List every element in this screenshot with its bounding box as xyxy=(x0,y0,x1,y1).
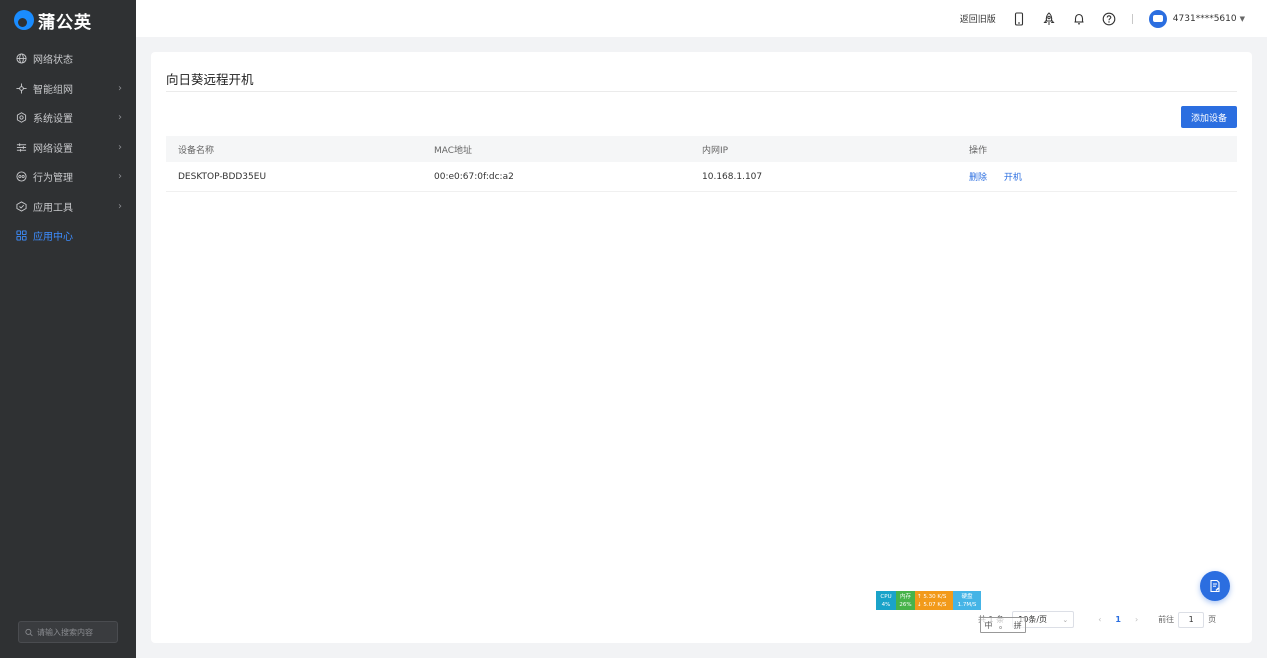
upload-value: 5.30 K/S xyxy=(923,593,947,600)
page-number-current[interactable]: 1 xyxy=(1115,615,1121,624)
back-to-old-version-link[interactable]: 返回旧版 xyxy=(960,12,996,25)
arrow-up-icon: ↑ xyxy=(917,593,922,600)
sidebar-item-behavior-management[interactable]: 行为管理 › xyxy=(0,162,136,192)
table-header: 设备名称 MAC地址 内网IP 操作 xyxy=(166,136,1237,162)
chevron-right-icon: › xyxy=(118,112,122,124)
column-header-actions: 操作 xyxy=(969,145,988,156)
main-panel: 向日葵远程开机 添加设备 设备名称 MAC地址 内网IP 操作 DESKTOP-… xyxy=(151,52,1252,643)
sidebar-item-label: 网络状态 xyxy=(33,55,73,67)
eye-icon xyxy=(16,171,27,182)
cpu-label: CPU xyxy=(880,593,892,600)
grid-icon xyxy=(16,230,27,241)
ime-pinyin[interactable]: 拼 xyxy=(1014,620,1022,631)
top-bar: 返回旧版 4731****5610 ▼ xyxy=(136,0,1267,37)
column-header-ip: 内网IP xyxy=(702,145,729,156)
bell-icon[interactable] xyxy=(1072,12,1086,26)
disk-usage: 硬盘 1.7M/S xyxy=(953,591,981,610)
sidebar-item-label: 系统设置 xyxy=(33,114,73,126)
memory-usage: 内存 26% xyxy=(896,591,915,610)
chevron-right-icon: › xyxy=(118,141,122,153)
disk-value: 1.7M/S xyxy=(957,601,977,608)
download-speed: ↓ 5.07 K/S xyxy=(917,601,946,609)
chevron-right-icon: › xyxy=(118,171,122,183)
chevron-right-icon: › xyxy=(118,200,122,212)
sidebar-nav: 网络状态 智能组网 › 系统设置 › 网络设置 › 行为管理 › 应用工具 › … xyxy=(0,44,136,251)
arrow-down-icon: ↓ xyxy=(917,601,922,608)
divider xyxy=(166,91,1237,92)
floating-document-button[interactable] xyxy=(1200,571,1230,601)
search-input[interactable] xyxy=(37,627,117,637)
goto-suffix: 页 xyxy=(1208,615,1217,624)
sidebar-item-app-tools[interactable]: 应用工具 › xyxy=(0,192,136,222)
ime-mode-chinese[interactable]: 中 xyxy=(984,620,992,631)
download-value: 5.07 K/S xyxy=(923,601,947,608)
disk-label: 硬盘 xyxy=(961,593,973,600)
shield-icon xyxy=(16,201,27,212)
upload-speed: ↑ 5.30 K/S xyxy=(917,593,946,601)
ime-punctuation[interactable]: 。 xyxy=(999,620,1007,631)
table-row: DESKTOP-BDD35EU 00:e0:67:0f:dc:a2 10.168… xyxy=(166,162,1237,192)
column-header-device-name: 设备名称 xyxy=(178,145,215,156)
goto-page-input[interactable] xyxy=(1178,611,1205,628)
sidebar-item-label: 应用工具 xyxy=(33,202,73,214)
cell-actions: 删除 开机 xyxy=(969,170,1237,183)
dandelion-logo-icon xyxy=(14,10,34,30)
sidebar-item-system-settings[interactable]: 系统设置 › xyxy=(0,103,136,133)
network-speed: ↑ 5.30 K/S ↓ 5.07 K/S xyxy=(915,591,953,610)
cell-device-name: DESKTOP-BDD35EU xyxy=(178,171,267,182)
chevron-down-icon: ⌄ xyxy=(1062,615,1069,624)
divider xyxy=(1131,13,1133,24)
prev-page-button[interactable]: ‹ xyxy=(1098,615,1101,624)
brand-logo[interactable]: 蒲公英 xyxy=(0,0,136,40)
cell-mac: 00:e0:67:0f:dc:a2 xyxy=(434,171,514,182)
chevron-right-icon: › xyxy=(118,82,122,94)
goto-page: 前往 页 xyxy=(1158,611,1217,628)
delete-link[interactable]: 删除 xyxy=(969,173,987,183)
rocket-icon[interactable] xyxy=(1042,11,1056,26)
system-monitor-widget[interactable]: CPU 4% 内存 26% ↑ 5.30 K/S ↓ 5.07 K/S 硬盘 1… xyxy=(876,591,981,610)
cell-ip: 10.168.1.107 xyxy=(702,171,763,182)
memory-label: 内存 xyxy=(899,593,911,600)
sidebar-item-smart-network[interactable]: 智能组网 › xyxy=(0,74,136,104)
document-edit-icon xyxy=(1210,579,1220,593)
add-device-button[interactable]: 添加设备 xyxy=(1181,106,1237,128)
help-icon[interactable] xyxy=(1102,12,1116,26)
sidebar-item-label: 网络设置 xyxy=(33,143,73,155)
column-header-mac: MAC地址 xyxy=(434,145,473,156)
sidebar-item-network-settings[interactable]: 网络设置 › xyxy=(0,133,136,163)
gear-icon xyxy=(16,112,27,124)
page-title: 向日葵远程开机 xyxy=(166,72,254,87)
caret-down-icon: ▼ xyxy=(1239,14,1245,23)
sidebar-item-label: 行为管理 xyxy=(33,173,73,185)
power-on-link[interactable]: 开机 xyxy=(1004,173,1022,183)
brand-name: 蒲公英 xyxy=(38,12,92,33)
mobile-icon[interactable] xyxy=(1012,11,1026,26)
sidebar: 蒲公英 网络状态 智能组网 › 系统设置 › 网络设置 › 行为管理 › 应用工… xyxy=(0,0,136,658)
device-table: 设备名称 MAC地址 内网IP 操作 DESKTOP-BDD35EU 00:e0… xyxy=(166,136,1237,192)
network-icon xyxy=(16,83,27,94)
cpu-usage: CPU 4% xyxy=(876,591,896,610)
sidebar-item-app-center[interactable]: 应用中心 xyxy=(0,221,136,251)
globe-icon xyxy=(16,53,27,64)
goto-label: 前往 xyxy=(1158,615,1175,624)
sidebar-item-network-status[interactable]: 网络状态 xyxy=(0,44,136,74)
search-icon xyxy=(25,628,33,636)
next-page-button[interactable]: › xyxy=(1135,615,1138,624)
ime-toolbar[interactable]: 中 。 拼 xyxy=(980,617,1026,633)
sliders-icon xyxy=(16,142,27,153)
sidebar-search[interactable] xyxy=(18,621,118,643)
sidebar-item-label: 智能组网 xyxy=(33,84,73,96)
avatar xyxy=(1148,9,1167,28)
sidebar-item-label: 应用中心 xyxy=(33,232,73,244)
user-menu[interactable]: 4731****5610 ▼ xyxy=(1148,9,1245,28)
user-id: 4731****5610 xyxy=(1172,13,1237,24)
memory-value: 26% xyxy=(899,601,912,608)
cpu-value: 4% xyxy=(881,601,891,608)
